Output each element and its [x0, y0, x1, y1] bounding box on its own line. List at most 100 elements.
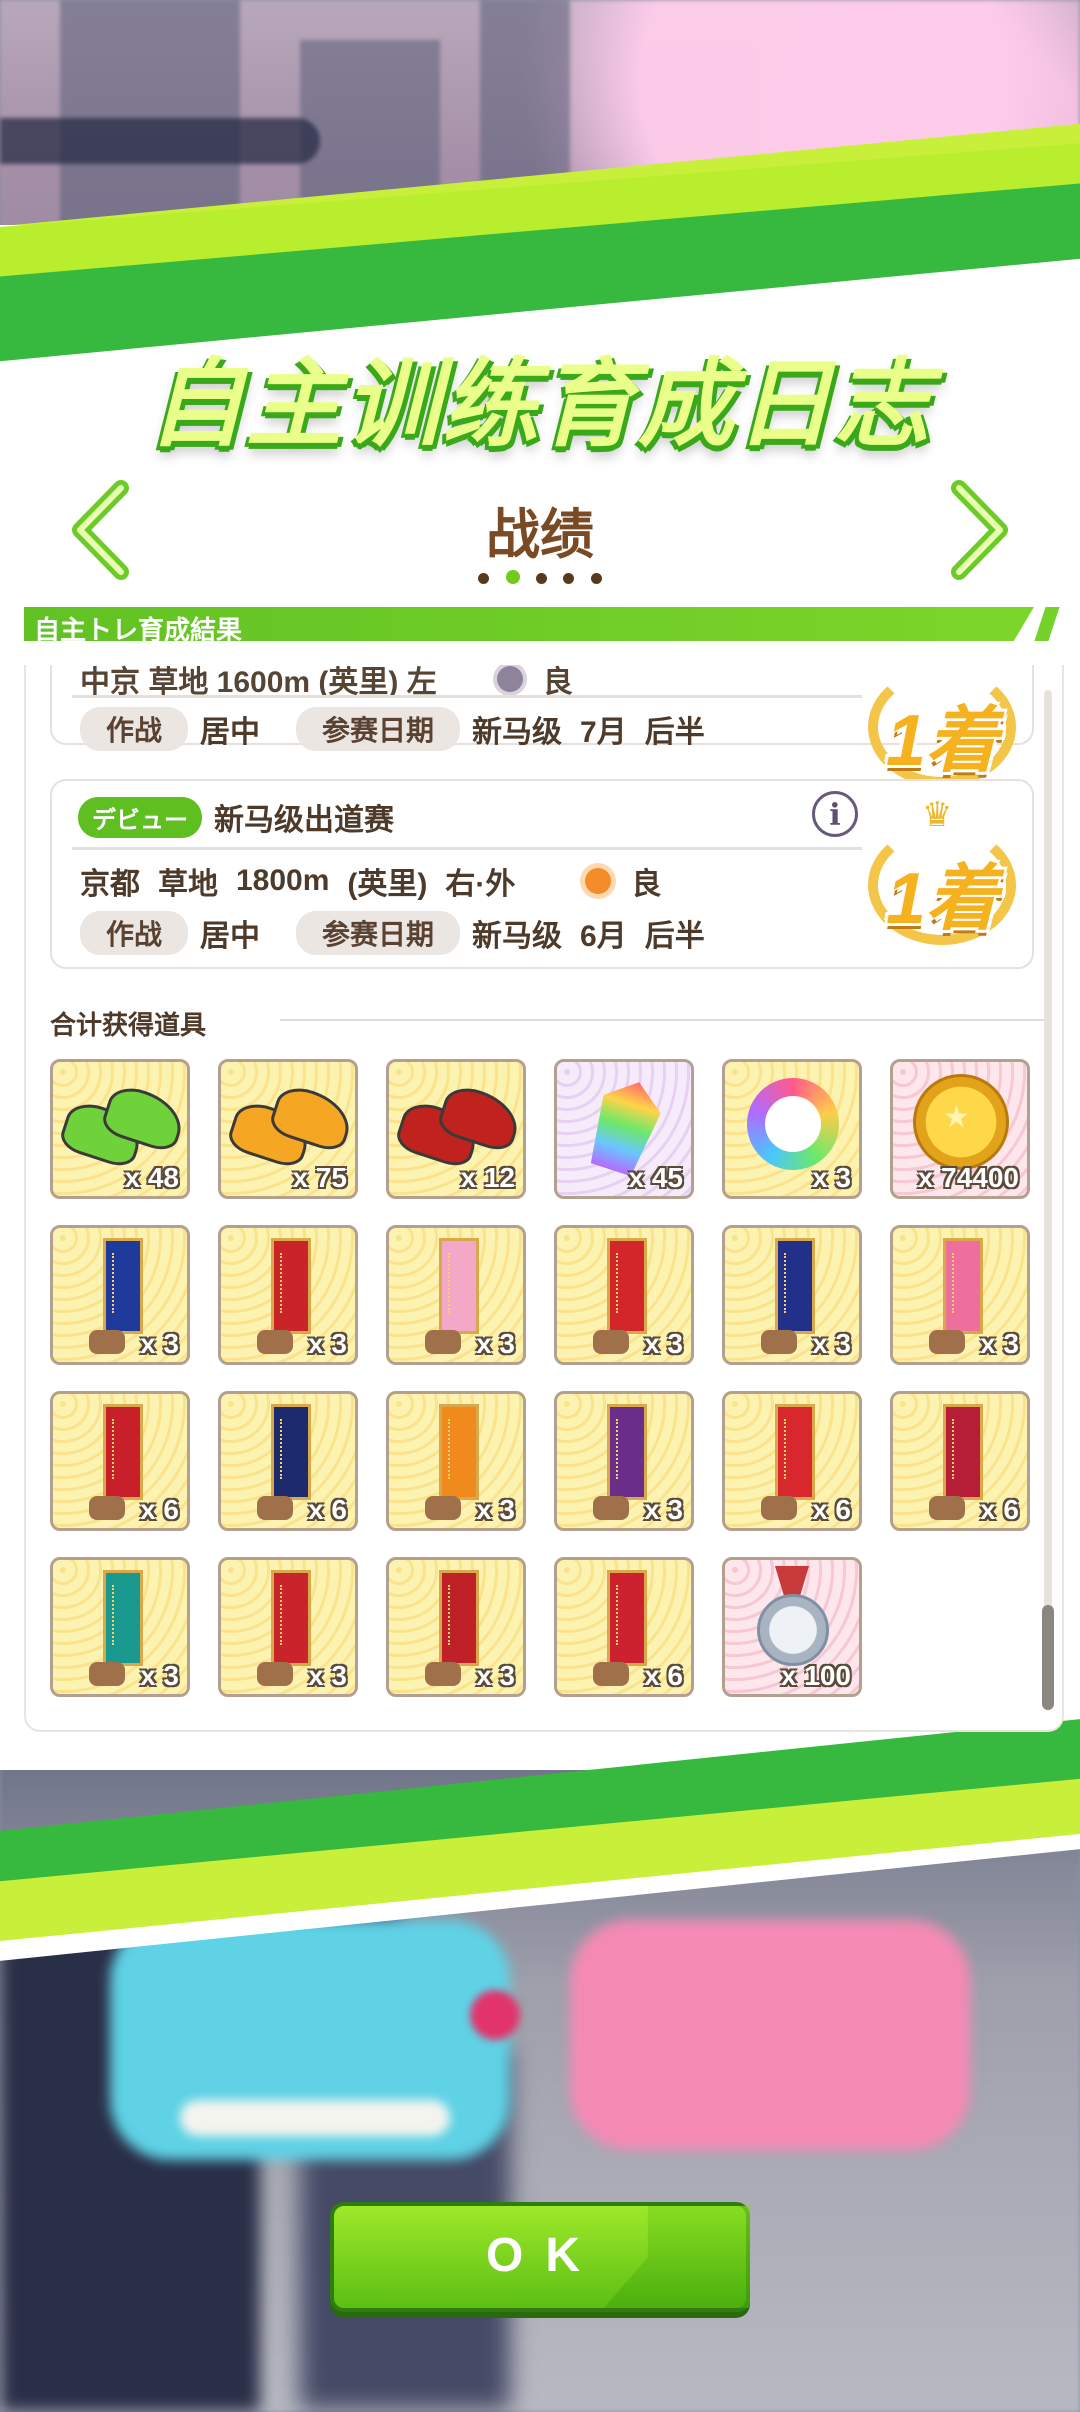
item-quantity: x 48: [124, 1162, 180, 1193]
item-slot[interactable]: x 3: [722, 1059, 862, 1199]
background-blurred-bar: [180, 2100, 450, 2136]
item-slot[interactable]: x 3: [554, 1391, 694, 1531]
item-quantity: x 3: [644, 1328, 683, 1359]
item-slot[interactable]: x 3: [50, 1225, 190, 1365]
track-surface: 草地: [158, 868, 218, 901]
item-slot[interactable]: x 12: [386, 1059, 526, 1199]
race-card: デビュー 新马级出道赛 i 京都 草地 1800m (英里) 右·外 良 作战 …: [50, 779, 1034, 969]
item-slot[interactable]: x 6: [50, 1391, 190, 1531]
sunny-icon: [585, 868, 612, 894]
page-dot[interactable]: [536, 573, 547, 584]
item-slot[interactable]: x 48: [50, 1059, 190, 1199]
page-title: 自主训练育成日志: [148, 351, 932, 458]
item-quantity: x 6: [812, 1494, 851, 1525]
date-label: 参赛日期: [296, 707, 461, 751]
item-quantity: x 3: [644, 1494, 683, 1525]
item-slot[interactable]: x 100: [722, 1557, 862, 1697]
item-quantity: x 75: [292, 1162, 348, 1193]
item-quantity: x 3: [812, 1162, 851, 1193]
race-detail-row: 作战 居中 参赛日期 新马级 6月 后半: [80, 911, 705, 955]
item-slot[interactable]: x 6: [554, 1557, 694, 1697]
item-slot[interactable]: x 3: [218, 1557, 358, 1697]
date-half: 后半: [644, 920, 705, 953]
item-quantity: x 3: [812, 1328, 851, 1359]
item-slot[interactable]: x 3: [218, 1225, 358, 1365]
race-track-row: 京都 草地 1800m (英里) 右·外 良: [80, 859, 661, 903]
background-blurred-badge: [470, 1990, 520, 2040]
item-slot[interactable]: ★ x 74400: [890, 1059, 1030, 1199]
strategy-label: 作战: [80, 707, 189, 751]
item-slot[interactable]: x 3: [50, 1557, 190, 1697]
item-slot[interactable]: x 3: [386, 1225, 526, 1365]
strategy-value: 居中: [200, 716, 261, 749]
item-quantity: x 3: [476, 1494, 515, 1525]
ok-button[interactable]: OK: [330, 2202, 750, 2312]
track-distance-class: (英里): [347, 868, 428, 901]
track-distance: 1800m: [236, 864, 330, 897]
item-quantity: x 3: [140, 1660, 179, 1691]
date-label: 参赛日期: [296, 911, 461, 955]
item-quantity: x 3: [308, 1660, 347, 1691]
item-quantity: x 3: [476, 1660, 515, 1691]
first-place-badge: 1着: [862, 665, 1022, 797]
date-half: 后半: [644, 716, 705, 749]
race-divider: [72, 847, 862, 850]
debut-tag: デビュー: [78, 796, 202, 838]
section-title: 战绩: [486, 505, 594, 565]
item-slot[interactable]: x 6: [890, 1391, 1030, 1531]
date-grade: 新马级: [472, 716, 563, 749]
result-text: 1着: [885, 701, 999, 781]
race-divider: [72, 695, 862, 698]
scrollbar-track[interactable]: [1044, 690, 1052, 1710]
item-quantity: x 3: [980, 1328, 1019, 1359]
results-header-bar: 自主トレ育成結果: [24, 607, 1034, 641]
item-slot[interactable]: x 45: [554, 1059, 694, 1199]
date-grade: 新马级: [472, 920, 563, 953]
item-slot[interactable]: x 3: [554, 1225, 694, 1365]
item-quantity: x 3: [140, 1328, 179, 1359]
track-venue: 京都: [80, 868, 140, 901]
page-dot-active[interactable]: [505, 570, 520, 584]
page-dot[interactable]: [590, 573, 602, 584]
item-slot[interactable]: x 6: [722, 1391, 862, 1531]
race-name: 新马级出道赛: [214, 804, 394, 837]
info-button[interactable]: i: [812, 791, 858, 837]
item-slot[interactable]: x 75: [218, 1059, 358, 1199]
item-quantity: x 74400: [917, 1162, 1019, 1193]
track-direction: 右·外: [445, 868, 516, 901]
race-name-row: デビュー 新马级出道赛: [78, 795, 394, 839]
first-place-badge: ♛ 1着: [862, 795, 1022, 955]
bottom-stripe: [0, 1719, 1080, 1961]
page-dot[interactable]: [563, 573, 575, 584]
item-quantity: x 6: [308, 1494, 347, 1525]
weather-icon: [496, 666, 523, 692]
ok-button-label: OK: [486, 2229, 602, 2282]
item-slot[interactable]: x 3: [386, 1557, 526, 1697]
items-divider: [280, 1019, 1050, 1021]
item-slot[interactable]: x 3: [890, 1225, 1030, 1365]
item-quantity: x 100: [780, 1660, 851, 1691]
scrollbar-thumb[interactable]: [1042, 1605, 1054, 1710]
item-quantity: x 6: [140, 1494, 179, 1525]
date-month: 6月: [580, 920, 627, 953]
item-quantity: x 3: [308, 1328, 347, 1359]
item-quantity: x 12: [460, 1162, 516, 1193]
item-slot[interactable]: x 6: [218, 1391, 358, 1531]
item-quantity: x 6: [644, 1660, 683, 1691]
item-quantity: x 45: [628, 1162, 684, 1193]
result-text: 1着: [885, 859, 999, 939]
strategy-label: 作战: [80, 911, 189, 955]
race-detail-row: 作战 居中 参赛日期 新马级 7月 后半: [80, 707, 705, 751]
page-indicator: [0, 570, 1080, 589]
race-card: 中京 草地 1600m (英里) 左 良 作战 居中 参赛日期 新马级 7月 后…: [50, 665, 1034, 787]
page-dot[interactable]: [478, 573, 490, 584]
item-quantity: x 6: [980, 1494, 1019, 1525]
track-condition: 良: [631, 868, 662, 901]
item-slot[interactable]: x 3: [722, 1225, 862, 1365]
items-total-label: 合计获得道具: [50, 1010, 207, 1040]
strategy-value: 居中: [200, 920, 261, 953]
item-quantity: x 3: [476, 1328, 515, 1359]
results-scroll-area[interactable]: 中京 草地 1600m (英里) 左 良 作战 居中 参赛日期 新马级 7月 后…: [24, 665, 1064, 1732]
item-slot[interactable]: x 3: [386, 1391, 526, 1531]
date-month: 7月: [580, 716, 627, 749]
